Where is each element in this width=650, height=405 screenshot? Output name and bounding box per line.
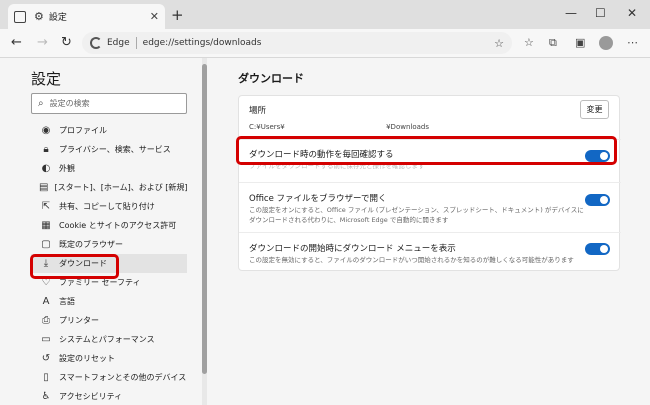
minimize-icon[interactable]: — (565, 6, 577, 20)
sidebar-item-profile[interactable]: ◉ プロファイル (31, 121, 187, 140)
accessibility-icon: ♿︎ (41, 391, 51, 402)
sidebar-item-default-browser[interactable]: ▢ 既定のブラウザー (31, 235, 187, 254)
sidebar-item-label: 既定のブラウザー (59, 240, 123, 249)
sidebar: 設定 ⌕ ◉ プロファイル 🔒︎ プライバシー、検索、サービス ◐ 外観 ▤ [スタート… (0, 58, 204, 405)
close-window-icon[interactable]: ✕ (627, 6, 637, 20)
toolbar: ← → ↻ Edge edge://settings/downloads ☆ ☆… (0, 29, 650, 58)
close-tab-icon[interactable]: ✕ (150, 10, 159, 23)
sidebar-item-reset[interactable]: ↺ 設定のリセット (31, 349, 187, 368)
start-home-icon: ▤ (39, 182, 49, 193)
tab-strip: ⚙ 設定 ✕ + — ☐ ✕ (0, 0, 650, 29)
main-panel: ダウンロード 場所 C:¥Users¥ ¥Downloads 変更 ダウンロード… (208, 58, 650, 405)
maximize-icon[interactable]: ☐ (595, 6, 606, 20)
sidebar-scroll-thumb[interactable] (202, 64, 207, 374)
page-title: ダウンロード (238, 72, 304, 85)
downloads-settings-card: 場所 C:¥Users¥ ¥Downloads 変更 ダウンロード時の動作を毎回… (238, 95, 621, 271)
edge-brand-label: Edge (107, 38, 130, 48)
back-icon[interactable]: ← (11, 35, 22, 50)
open-office-label: Office ファイルをブラウザーで開く (249, 194, 387, 204)
tab-settings[interactable]: ⚙ 設定 ✕ (8, 4, 165, 29)
sidebar-item-label: 言語 (59, 297, 75, 306)
new-tab-icon[interactable]: + (171, 6, 184, 24)
tab-actions-icon[interactable] (14, 10, 26, 23)
sidebar-item-share[interactable]: ⇱ 共有、コピーして貼り付け (31, 197, 187, 216)
sidebar-item-label: アクセシビリティ (59, 392, 123, 401)
sidebar-item-privacy[interactable]: 🔒︎ プライバシー、検索、サービス (31, 140, 187, 159)
favorites-icon[interactable]: ☆ (524, 36, 534, 49)
edge-icon (90, 37, 102, 49)
language-icon: A (42, 296, 50, 307)
gear-icon: ⚙ (34, 10, 44, 23)
sidebar-item-label: プリンター (59, 316, 99, 325)
lock-icon: 🔒︎ (43, 144, 49, 155)
profile-avatar[interactable] (599, 36, 613, 50)
extensions-icon[interactable]: ▣ (575, 36, 585, 49)
path-end: ¥Downloads (386, 123, 429, 131)
search-icon: ⌕ (38, 98, 44, 109)
tab-title: 設定 (48, 13, 67, 23)
address-separator (135, 37, 137, 49)
sidebar-item-label: 設定のリセット (59, 354, 115, 363)
share-icon: ⇱ (41, 201, 51, 212)
system-icon: ▭ (41, 334, 51, 345)
sidebar-item-accessibility[interactable]: ♿︎ アクセシビリティ (31, 387, 187, 405)
forward-icon[interactable]: → (37, 35, 48, 50)
sidebar-item-label: スマートフォンとその他のデバイス (59, 373, 187, 382)
sidebar-item-label: 共有、コピーして貼り付け (59, 202, 155, 211)
url-text[interactable]: edge://settings/downloads (143, 38, 262, 48)
phone-icon: ▯ (43, 372, 49, 383)
more-menu-icon[interactable]: ⋯ (627, 36, 638, 49)
refresh-icon[interactable]: ↻ (61, 35, 72, 50)
open-office-toggle[interactable] (585, 194, 610, 206)
site-permissions-icon: ▦ (41, 220, 51, 231)
sidebar-item-language[interactable]: A 言語 (31, 292, 187, 311)
highlight-box (236, 136, 617, 165)
sidebar-item-appearance[interactable]: ◐ 外観 (31, 159, 187, 178)
collections-icon[interactable]: ⧉ (549, 36, 557, 50)
open-office-desc: この設定をオンにすると、Office ファイル (プレゼンテーション、スプレッド… (249, 206, 584, 224)
sidebar-item-label: [スタート]、[ホーム]、および [新規] タブ (54, 183, 187, 192)
address-bar[interactable]: Edge edge://settings/downloads ☆ (82, 32, 512, 54)
toggle-knob (600, 245, 608, 253)
search-input[interactable] (49, 99, 170, 108)
location-row: 場所 C:¥Users¥ ¥Downloads 変更 (239, 96, 621, 140)
sidebar-item-label: Cookie とサイトのアクセス許可 (59, 221, 177, 230)
settings-search[interactable]: ⌕ (31, 93, 187, 114)
location-label: 場所 (249, 106, 267, 116)
appearance-icon: ◐ (41, 163, 51, 174)
printer-icon: ⎙ (42, 315, 50, 326)
profile-icon: ◉ (41, 125, 51, 136)
reset-icon: ↺ (41, 353, 51, 364)
show-menu-toggle[interactable] (585, 243, 610, 255)
location-path: C:¥Users¥ ¥Downloads (249, 123, 429, 131)
open-office-row: Office ファイルをブラウザーで開く この設定をオンにすると、Office … (239, 183, 621, 233)
show-menu-desc: この設定を無効にすると、ファイルのダウンロードがいつ開始されるかを知るのが難しく… (249, 256, 574, 264)
sidebar-item-label: プロファイル (59, 126, 107, 135)
sidebar-title: 設定 (31, 70, 62, 88)
sidebar-item-printer[interactable]: ⎙ プリンター (31, 311, 187, 330)
sidebar-item-system[interactable]: ▭ システムとパフォーマンス (31, 330, 187, 349)
change-location-button[interactable]: 変更 (580, 100, 609, 119)
path-start: C:¥Users¥ (249, 123, 285, 131)
sidebar-item-phone[interactable]: ▯ スマートフォンとその他のデバイス (31, 368, 187, 387)
toggle-knob (600, 196, 608, 204)
sidebar-item-cookies[interactable]: ▦ Cookie とサイトのアクセス許可 (31, 216, 187, 235)
sidebar-item-label: プライバシー、検索、サービス (59, 145, 171, 154)
sidebar-item-label: システムとパフォーマンス (59, 335, 155, 344)
sidebar-item-label: 外観 (59, 164, 75, 173)
show-menu-label: ダウンロードの開始時にダウンロード メニューを表示 (249, 244, 456, 254)
highlight-box (30, 254, 119, 279)
sidebar-item-start-home[interactable]: ▤ [スタート]、[ホーム]、および [新規] タブ (31, 178, 187, 197)
show-menu-row: ダウンロードの開始時にダウンロード メニューを表示 この設定を無効にすると、ファ… (239, 233, 621, 271)
default-browser-icon: ▢ (41, 239, 51, 250)
favorite-star-icon[interactable]: ☆ (494, 37, 504, 50)
settings-page: 設定 ⌕ ◉ プロファイル 🔒︎ プライバシー、検索、サービス ◐ 外観 ▤ [スタート… (0, 58, 650, 405)
